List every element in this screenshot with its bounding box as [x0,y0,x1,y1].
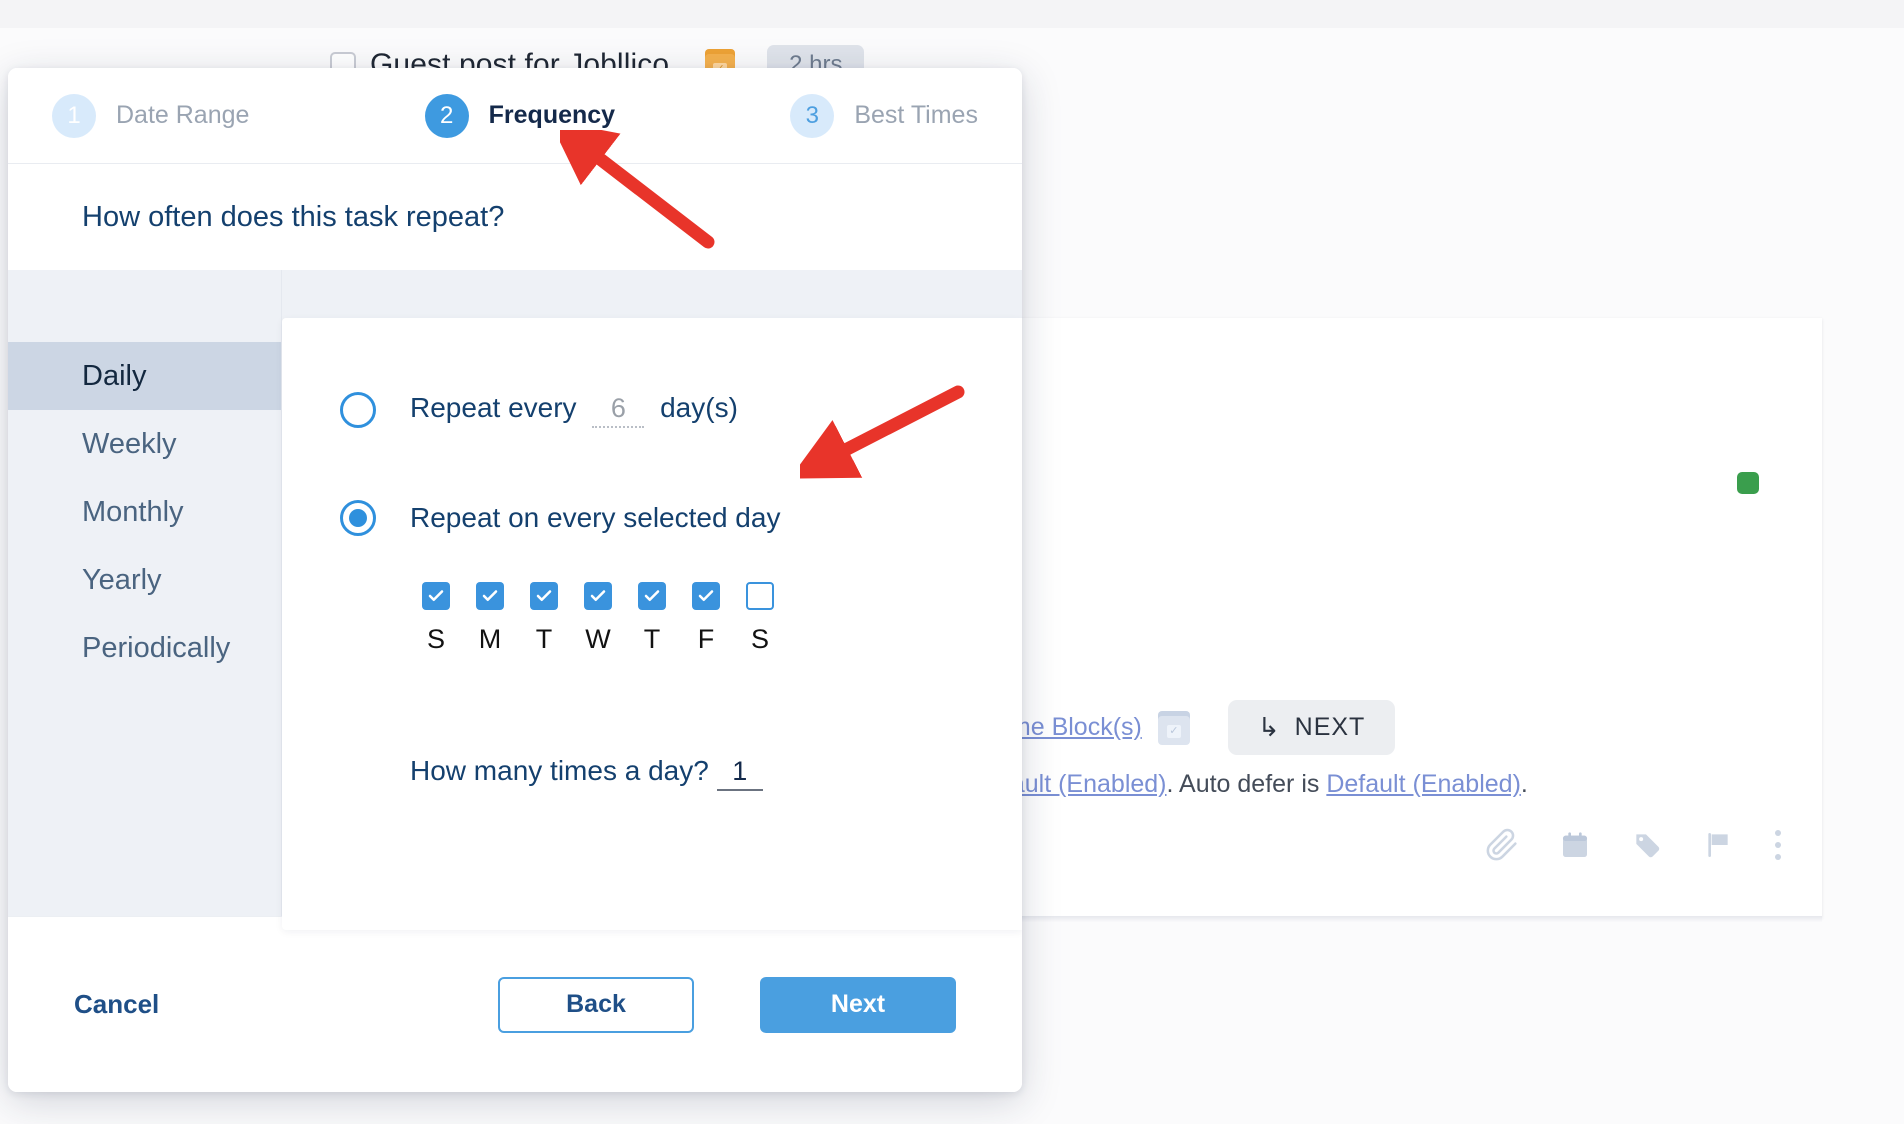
weekday-letter: T [535,624,553,654]
next-button[interactable]: Next [760,976,956,1033]
weekday-letter: S [426,624,445,654]
screen: Guest post for Jobllico ✓ 2 hrs Time Blo… [0,0,1904,1124]
times-per-day-input[interactable]: 1 [716,756,763,791]
top-strip [0,0,1904,28]
repeat-every-suffix: day(s) [660,392,738,423]
weekday-tuesday[interactable]: T [530,582,558,655]
calendar-icon[interactable] [1559,829,1591,861]
daily-settings-panel: Repeat every 6 day(s) Repeat on every se… [282,318,1022,930]
next-pill-button[interactable]: ↳ NEXT [1227,700,1396,755]
weekday-letter: W [585,624,611,654]
weekday-sunday[interactable]: S [422,582,450,655]
weekday-letter: F [697,624,715,654]
defaults-middle-text: . Auto defer is [1166,770,1327,798]
step-1-label: Date Range [116,101,250,129]
weekday-saturday[interactable]: S [746,582,774,655]
weekday-letter: S [750,624,769,654]
weekday-selector: S M T W T F S [422,582,962,655]
weekday-letter: T [643,624,661,654]
weekday-checkbox-checked-icon[interactable] [638,582,666,610]
wizard-question: How often does this task repeat? [8,164,1022,270]
calendar-check-icon[interactable]: ✓ [1157,710,1190,745]
repeat-on-days-radio[interactable] [340,500,376,536]
repeat-every-row[interactable]: Repeat every 6 day(s) [340,392,962,428]
frequency-option-label: Weekly [82,427,177,460]
frequency-option-weekly[interactable]: Weekly [8,410,281,478]
frequency-option-label: Monthly [82,495,184,528]
step-2-number: 2 [424,93,469,138]
weekday-checkbox-checked-icon[interactable] [584,582,612,610]
frequency-option-yearly[interactable]: Yearly [8,546,281,614]
repeat-every-label-group: Repeat every 6 day(s) [410,392,738,428]
wizard-footer: Cancel Back Next [8,916,1022,1092]
wizard-step-date-range[interactable]: 1 Date Range [52,93,250,138]
repeat-every-prefix: Repeat every [410,392,577,423]
weekday-checkbox-checked-icon[interactable] [422,582,450,610]
step-1-number: 1 [52,93,96,138]
weekday-checkbox-checked-icon[interactable] [530,582,558,610]
repeat-on-days-label: Repeat on every selected day [410,502,781,533]
task-action-icon-bar [1485,828,1781,862]
cancel-button[interactable]: Cancel [74,989,159,1020]
repeat-every-radio[interactable] [340,392,376,428]
step-3-label: Best Times [854,101,978,129]
frequency-option-periodically[interactable]: Periodically [8,614,281,682]
frequency-option-label: Daily [82,359,147,392]
weekday-checkbox-checked-icon[interactable] [692,582,720,610]
frequency-option-daily[interactable]: Daily [8,342,281,410]
repeat-on-days-row[interactable]: Repeat on every selected day [340,500,962,536]
defaults-period: . [1520,770,1528,798]
time-blocks-row: Time Block(s) ✓ ↳ NEXT [990,700,1396,755]
wizard-step-frequency[interactable]: 2 Frequency [424,93,616,138]
wizard-step-indicator: 1 Date Range 2 Frequency 3 Best Times [8,68,1022,164]
weekday-checkbox-checked-icon[interactable] [476,582,504,610]
card-bottom-edge [1010,916,1822,922]
defaults-status-line: efault (Enabled). Auto defer is Default … [990,770,1528,799]
wizard-step-best-times[interactable]: 3 Best Times [790,93,978,138]
frequency-type-list: Daily Weekly Monthly Yearly Periodically [8,270,282,916]
frequency-option-monthly[interactable]: Monthly [8,478,281,546]
frequency-option-label: Yearly [82,563,162,596]
flag-icon[interactable] [1703,829,1735,861]
times-per-day-row: How many times a day? 1 [410,755,962,791]
more-options-icon[interactable] [1775,830,1781,860]
weekday-checkbox-unchecked-icon[interactable] [746,582,774,610]
auto-defer-default-link[interactable]: Default (Enabled) [1326,770,1521,798]
weekday-thursday[interactable]: T [638,582,666,655]
recurrence-wizard-modal: 1 Date Range 2 Frequency 3 Best Times Ho… [8,68,1022,1092]
wizard-body: Daily Weekly Monthly Yearly Periodically [8,270,1022,930]
weekday-letter: M [478,624,502,654]
back-button[interactable]: Back [498,976,694,1033]
step-3-number: 3 [790,93,835,138]
repeat-interval-input[interactable]: 6 [592,393,645,428]
weekday-friday[interactable]: F [692,582,720,655]
times-per-day-label: How many times a day? [410,755,709,786]
next-pill-label: NEXT [1294,713,1366,741]
frequency-option-label: Periodically [82,631,231,664]
attachment-icon[interactable] [1485,828,1519,862]
return-arrow-icon: ↳ [1257,712,1281,742]
weekday-monday[interactable]: M [476,582,504,655]
step-2-label: Frequency [488,101,616,129]
status-badge[interactable] [1737,472,1759,494]
calendar-tick-glyph: ✓ [1166,724,1181,738]
weekday-wednesday[interactable]: W [584,582,612,655]
tag-icon[interactable] [1631,829,1663,861]
